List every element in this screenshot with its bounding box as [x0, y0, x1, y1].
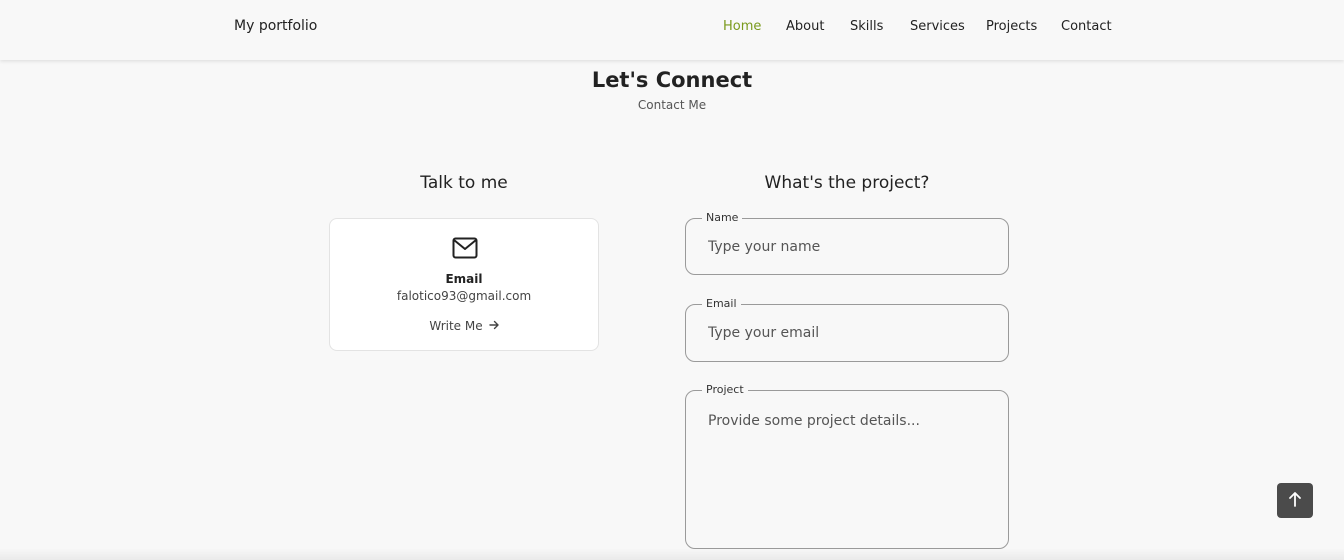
arrow-up-icon	[1288, 491, 1302, 511]
scroll-up-button[interactable]	[1277, 483, 1313, 518]
nav-projects[interactable]: Projects	[986, 19, 1037, 34]
footer-edge	[0, 548, 1344, 560]
main-nav: Home About Skills Services Projects Cont…	[0, 19, 1344, 39]
nav-skills[interactable]: Skills	[850, 19, 883, 34]
write-me-label: Write Me	[429, 319, 483, 333]
nav-services[interactable]: Services	[910, 19, 965, 34]
nav-about[interactable]: About	[786, 19, 824, 34]
project-field: Project	[685, 383, 1009, 549]
section-title: Let's Connect	[591, 68, 753, 92]
name-field: Name	[685, 211, 1009, 275]
nav-contact[interactable]: Contact	[1061, 19, 1112, 34]
email-field: Email	[685, 297, 1009, 362]
form-title: What's the project?	[764, 173, 930, 193]
nav-home[interactable]: Home	[723, 19, 761, 34]
envelope-icon	[452, 237, 478, 259]
header: My portfolio Home About Skills Services …	[0, 0, 1344, 60]
email-card: Email falotico93@gmail.com Write Me	[329, 218, 599, 351]
card-email: falotico93@gmail.com	[396, 289, 532, 303]
email-input[interactable]	[686, 305, 1008, 361]
card-title: Email	[445, 272, 483, 286]
name-input[interactable]	[686, 219, 1008, 274]
write-me-link[interactable]: Write Me	[330, 319, 598, 333]
section-subtitle: Contact Me	[637, 98, 707, 112]
project-textarea[interactable]	[686, 391, 1008, 548]
talk-title: Talk to me	[420, 173, 508, 193]
arrow-right-icon	[488, 320, 499, 333]
